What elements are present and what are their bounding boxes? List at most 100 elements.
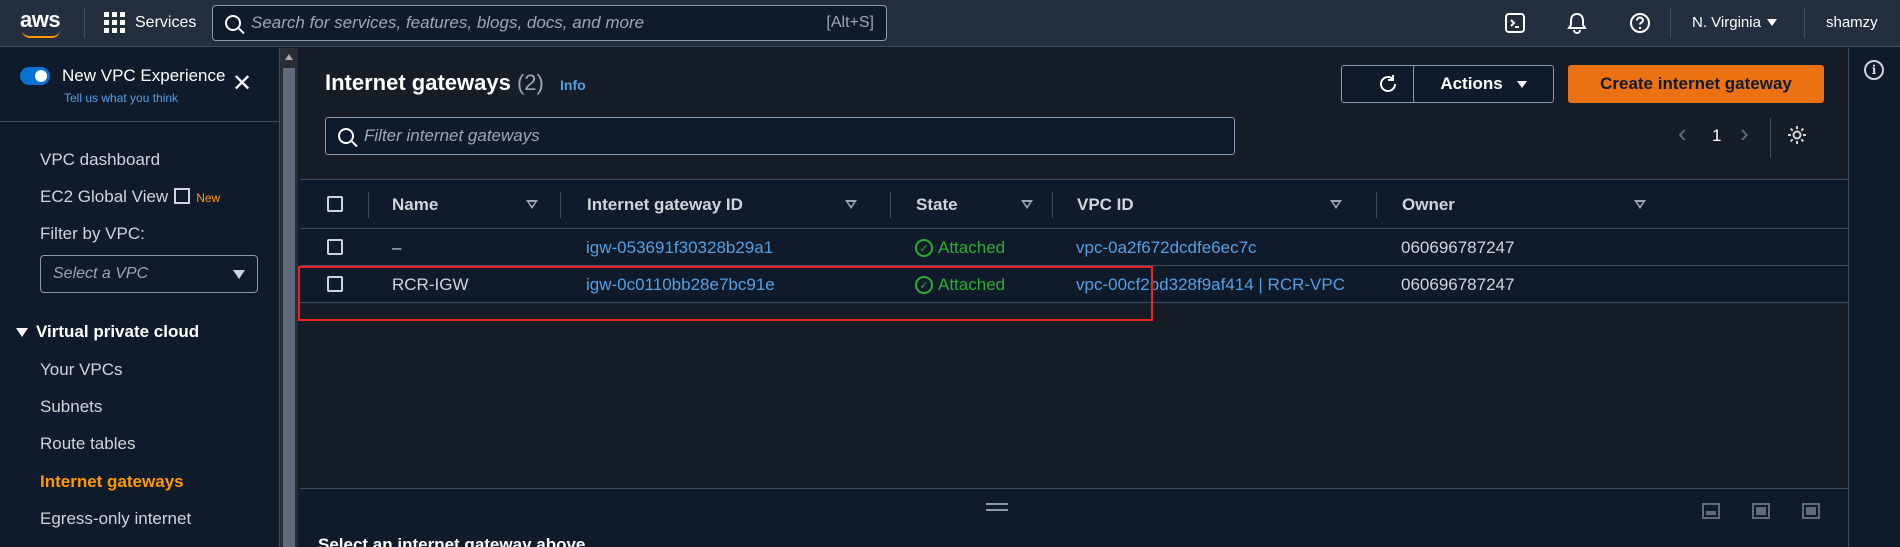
row-checkbox[interactable] [327,239,343,255]
column-header-name[interactable]: Name [392,195,438,215]
panel-side-icon[interactable] [1752,503,1770,519]
feedback-link[interactable]: Tell us what you think [64,91,178,105]
state-text: Attached [938,275,1006,294]
services-label: Services [135,13,197,31]
nav-divider [1670,8,1671,38]
nav-divider [84,8,85,38]
global-search-input[interactable] [251,13,827,33]
cell-state: ✓ Attached [915,275,1005,295]
cloudshell-icon[interactable] [1504,12,1526,34]
column-divider[interactable] [560,192,561,218]
vpc-select-placeholder: Select a VPC [53,265,149,282]
aws-logo-text: aws [20,7,61,32]
gear-icon[interactable] [1786,124,1808,146]
column-header-igw-id[interactable]: Internet gateway ID [587,195,743,215]
column-divider [368,192,369,218]
panel-bottom-icon[interactable] [1702,503,1720,519]
column-divider[interactable] [890,192,891,218]
select-all-checkbox[interactable] [327,196,343,212]
section-virtual-private-cloud[interactable]: Virtual private cloud [16,322,199,342]
aws-logo[interactable]: aws [20,7,64,38]
sidebar-item-your-vpcs[interactable]: Your VPCs [40,360,123,380]
previous-page-icon[interactable]: ‹ [1678,118,1687,149]
create-label: Create internet gateway [1600,74,1792,93]
sidebar-divider [0,121,280,122]
resource-count: (2) [516,70,544,95]
search-shortcut: [Alt+S] [826,14,874,31]
sidebar-item-vpc-dashboard[interactable]: VPC dashboard [40,150,160,170]
sidebar-item-internet-gateways[interactable]: Internet gateways [40,472,184,492]
drag-handle-icon[interactable] [986,503,1008,511]
sidebar-scrollbar[interactable] [280,48,298,547]
create-internet-gateway-button[interactable]: Create internet gateway [1568,65,1824,103]
actions-button[interactable]: Actions [1413,65,1554,103]
right-tools-rail: i [1848,48,1900,547]
info-icon[interactable]: i [1864,60,1884,80]
sidebar-item-egress-only-internet-gateways[interactable]: Egress-only internet [40,509,191,529]
filter-input[interactable] [364,126,1222,146]
cell-owner: 060696787247 [1401,238,1515,257]
nav-divider [1804,8,1805,38]
sort-icon[interactable] [1634,200,1646,209]
top-navigation: aws Services [Alt+S] N. Virginia shamzy [0,0,1900,47]
table-row[interactable]: RCR-IGW igw-0c0110bb28e7bc91e ✓ Attached … [300,266,1848,303]
panel-full-icon[interactable] [1802,503,1820,519]
vpc-filter-select[interactable]: Select a VPC [40,255,258,293]
page-title-text: Internet gateways [325,70,511,95]
split-panel-title: Select an internet gateway above [318,535,586,547]
table-row[interactable]: – igw-053691f30328b29a1 ✓ Attached vpc-0a… [300,229,1848,266]
column-header-owner[interactable]: Owner [1402,195,1455,215]
help-icon[interactable] [1629,12,1651,34]
state-text: Attached [938,238,1006,257]
sidebar-item-subnets[interactable]: Subnets [40,397,102,417]
column-header-state[interactable]: State [916,195,958,215]
sidebar-item-route-tables[interactable]: Route tables [40,434,135,454]
scrollbar-thumb[interactable] [283,68,295,547]
search-icon [338,128,354,144]
region-label: N. Virginia [1692,14,1761,31]
cell-vpc-id-link[interactable]: vpc-00cf2bd328f9af414 | RCR-VPC [1076,275,1345,295]
section-label: Virtual private cloud [36,322,200,341]
close-icon[interactable]: ✕ [232,72,252,96]
scroll-up-icon[interactable] [285,54,293,60]
bell-icon[interactable] [1566,12,1588,34]
new-vpc-toggle[interactable] [20,67,50,85]
cell-owner: 060696787247 [1401,275,1515,294]
sort-icon[interactable] [845,200,857,209]
caret-down-icon [1516,80,1527,88]
cell-name: RCR-IGW [392,275,469,294]
cell-igw-id-link[interactable]: igw-0c0110bb28e7bc91e [586,275,775,295]
sort-icon[interactable] [526,200,538,209]
global-search[interactable]: [Alt+S] [212,5,887,41]
sort-icon[interactable] [1330,200,1342,209]
aws-smile-icon [22,30,60,38]
caret-down-icon [1766,19,1777,26]
check-circle-icon: ✓ [915,276,933,294]
account-menu[interactable]: shamzy [1826,14,1878,31]
info-link[interactable]: Info [560,77,586,93]
column-header-vpc-id[interactable]: VPC ID [1077,195,1134,215]
sidebar-item-ec2-global-view[interactable]: EC2 Global View New [40,187,220,207]
cell-vpc-id-link[interactable]: vpc-0a2f672dcdfe6ec7c [1076,238,1257,258]
next-page-icon[interactable]: › [1740,118,1749,149]
search-icon [225,15,241,31]
region-selector[interactable]: N. Virginia [1692,14,1777,31]
services-menu-button[interactable]: Services [104,12,196,33]
ec2-global-view-label: EC2 Global View [40,187,169,206]
cell-state: ✓ Attached [915,238,1005,258]
table-header: Name Internet gateway ID State VPC ID Ow… [300,179,1848,229]
sort-icon[interactable] [1021,200,1033,209]
column-divider[interactable] [1376,192,1377,218]
external-link-icon [174,188,191,204]
check-circle-icon: ✓ [915,239,933,257]
toolbar-divider [1770,118,1771,158]
expand-icon [16,327,28,337]
toggle-label: New VPC Experience [62,66,226,85]
filter-internet-gateways[interactable] [325,117,1235,155]
sidebar: New VPC Experience Tell us what you thin… [0,48,280,547]
page-number[interactable]: 1 [1712,126,1721,146]
column-divider[interactable] [1052,192,1053,218]
new-badge: New [196,191,221,205]
row-checkbox[interactable] [327,276,343,292]
cell-igw-id-link[interactable]: igw-053691f30328b29a1 [586,238,773,258]
